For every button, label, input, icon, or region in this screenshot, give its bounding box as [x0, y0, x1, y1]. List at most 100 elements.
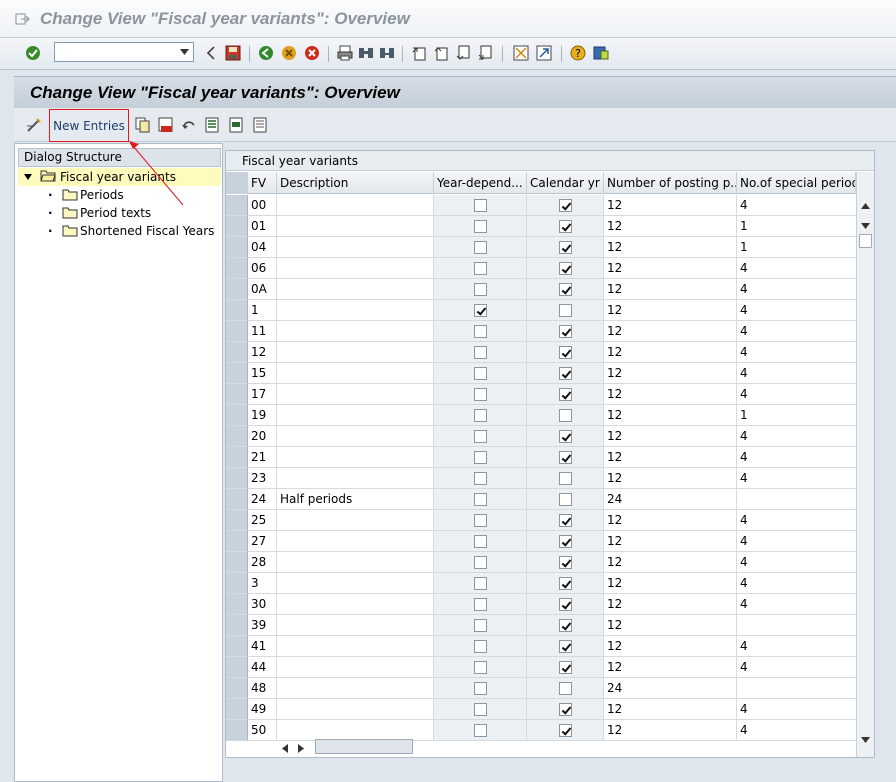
row-selector[interactable]: [226, 195, 248, 216]
fv-cell[interactable]: 17: [248, 384, 277, 405]
special-periods-cell[interactable]: 1: [737, 216, 857, 237]
checkbox[interactable]: [473, 408, 487, 422]
checkbox[interactable]: [558, 576, 572, 590]
column-header-calendar-yr[interactable]: Calendar yr: [527, 172, 604, 194]
posting-periods-cell[interactable]: 12: [604, 300, 737, 321]
previous-page-icon[interactable]: [432, 44, 450, 62]
posting-periods-cell[interactable]: 12: [604, 216, 737, 237]
first-page-icon[interactable]: [410, 44, 428, 62]
table-row[interactable]: 48 24: [226, 678, 857, 699]
row-selector[interactable]: [226, 489, 248, 510]
special-periods-cell[interactable]: 4: [737, 657, 857, 678]
description-cell[interactable]: [277, 552, 434, 573]
checkbox[interactable]: [473, 387, 487, 401]
row-selector[interactable]: [226, 237, 248, 258]
row-selector[interactable]: [226, 363, 248, 384]
posting-periods-cell[interactable]: 24: [604, 489, 737, 510]
row-selector[interactable]: [226, 384, 248, 405]
fv-cell[interactable]: 0A: [248, 279, 277, 300]
fv-cell[interactable]: 48: [248, 678, 277, 699]
column-header-fv[interactable]: FV: [248, 172, 277, 194]
table-row[interactable]: 27 12 4: [226, 531, 857, 552]
description-cell[interactable]: [277, 405, 434, 426]
description-cell[interactable]: [277, 279, 434, 300]
fv-cell[interactable]: 41: [248, 636, 277, 657]
posting-periods-cell[interactable]: 12: [604, 321, 737, 342]
description-cell[interactable]: [277, 321, 434, 342]
select-all-icon[interactable]: [203, 116, 221, 134]
scroll-right-icon[interactable]: [298, 742, 304, 756]
row-selector[interactable]: [226, 699, 248, 720]
special-periods-cell[interactable]: [737, 678, 857, 699]
fv-cell[interactable]: 19: [248, 405, 277, 426]
posting-periods-cell[interactable]: 12: [604, 657, 737, 678]
description-cell[interactable]: [277, 300, 434, 321]
table-row[interactable]: 00 12 4: [226, 195, 857, 216]
vertical-scrollbar[interactable]: [856, 172, 874, 757]
help-icon[interactable]: ?: [569, 44, 587, 62]
posting-periods-cell[interactable]: 12: [604, 594, 737, 615]
fv-cell[interactable]: 06: [248, 258, 277, 279]
delete-icon[interactable]: [157, 116, 175, 134]
table-row[interactable]: 0A 12 4: [226, 279, 857, 300]
scroll-down-bottom-icon[interactable]: [861, 732, 870, 746]
table-row[interactable]: 28 12 4: [226, 552, 857, 573]
row-selector[interactable]: [226, 321, 248, 342]
checkbox[interactable]: [558, 261, 572, 275]
special-periods-cell[interactable]: 4: [737, 363, 857, 384]
checkbox[interactable]: [473, 324, 487, 338]
fv-cell[interactable]: 20: [248, 426, 277, 447]
special-periods-cell[interactable]: 4: [737, 573, 857, 594]
checkbox[interactable]: [473, 261, 487, 275]
save-icon[interactable]: [224, 44, 242, 62]
back-triangle-icon[interactable]: [202, 44, 220, 62]
row-selector[interactable]: [226, 426, 248, 447]
row-selector[interactable]: [226, 447, 248, 468]
description-cell[interactable]: [277, 615, 434, 636]
checkbox[interactable]: [558, 282, 572, 296]
checkbox[interactable]: [558, 492, 572, 506]
checkbox[interactable]: [473, 534, 487, 548]
checkbox[interactable]: [473, 681, 487, 695]
row-selector[interactable]: [226, 615, 248, 636]
fv-cell[interactable]: 3: [248, 573, 277, 594]
table-row[interactable]: 24 Half periods 24: [226, 489, 857, 510]
special-periods-cell[interactable]: 4: [737, 279, 857, 300]
row-selector[interactable]: [226, 216, 248, 237]
checkbox[interactable]: [558, 198, 572, 212]
row-selector[interactable]: [226, 468, 248, 489]
posting-periods-cell[interactable]: 12: [604, 531, 737, 552]
tree-item-fiscal-year-variants[interactable]: Fiscal year variants: [18, 168, 221, 186]
table-row[interactable]: 44 12 4: [226, 657, 857, 678]
scroll-up-icon[interactable]: [861, 198, 870, 212]
description-cell[interactable]: [277, 426, 434, 447]
posting-periods-cell[interactable]: 12: [604, 552, 737, 573]
checkbox[interactable]: [473, 597, 487, 611]
command-field[interactable]: [54, 42, 194, 62]
special-periods-cell[interactable]: 4: [737, 594, 857, 615]
fv-cell[interactable]: 11: [248, 321, 277, 342]
table-row[interactable]: 23 12 4: [226, 468, 857, 489]
table-row[interactable]: 1 12 4: [226, 300, 857, 321]
horizontal-scrollbar[interactable]: [225, 738, 455, 756]
checkbox[interactable]: [473, 492, 487, 506]
checkbox[interactable]: [473, 303, 487, 317]
posting-periods-cell[interactable]: 24: [604, 678, 737, 699]
description-cell[interactable]: Half periods: [277, 489, 434, 510]
description-cell[interactable]: [277, 342, 434, 363]
description-cell[interactable]: [277, 636, 434, 657]
fv-cell[interactable]: 00: [248, 195, 277, 216]
checkbox[interactable]: [558, 471, 572, 485]
description-cell[interactable]: [277, 468, 434, 489]
select-block-icon[interactable]: [227, 116, 245, 134]
description-cell[interactable]: [277, 573, 434, 594]
row-selector[interactable]: [226, 678, 248, 699]
checkbox[interactable]: [558, 681, 572, 695]
fv-cell[interactable]: 1: [248, 300, 277, 321]
posting-periods-cell[interactable]: 12: [604, 615, 737, 636]
checkbox[interactable]: [558, 366, 572, 380]
checkbox[interactable]: [558, 450, 572, 464]
enter-check-icon[interactable]: [24, 44, 42, 62]
checkbox[interactable]: [473, 366, 487, 380]
checkbox[interactable]: [558, 723, 572, 737]
